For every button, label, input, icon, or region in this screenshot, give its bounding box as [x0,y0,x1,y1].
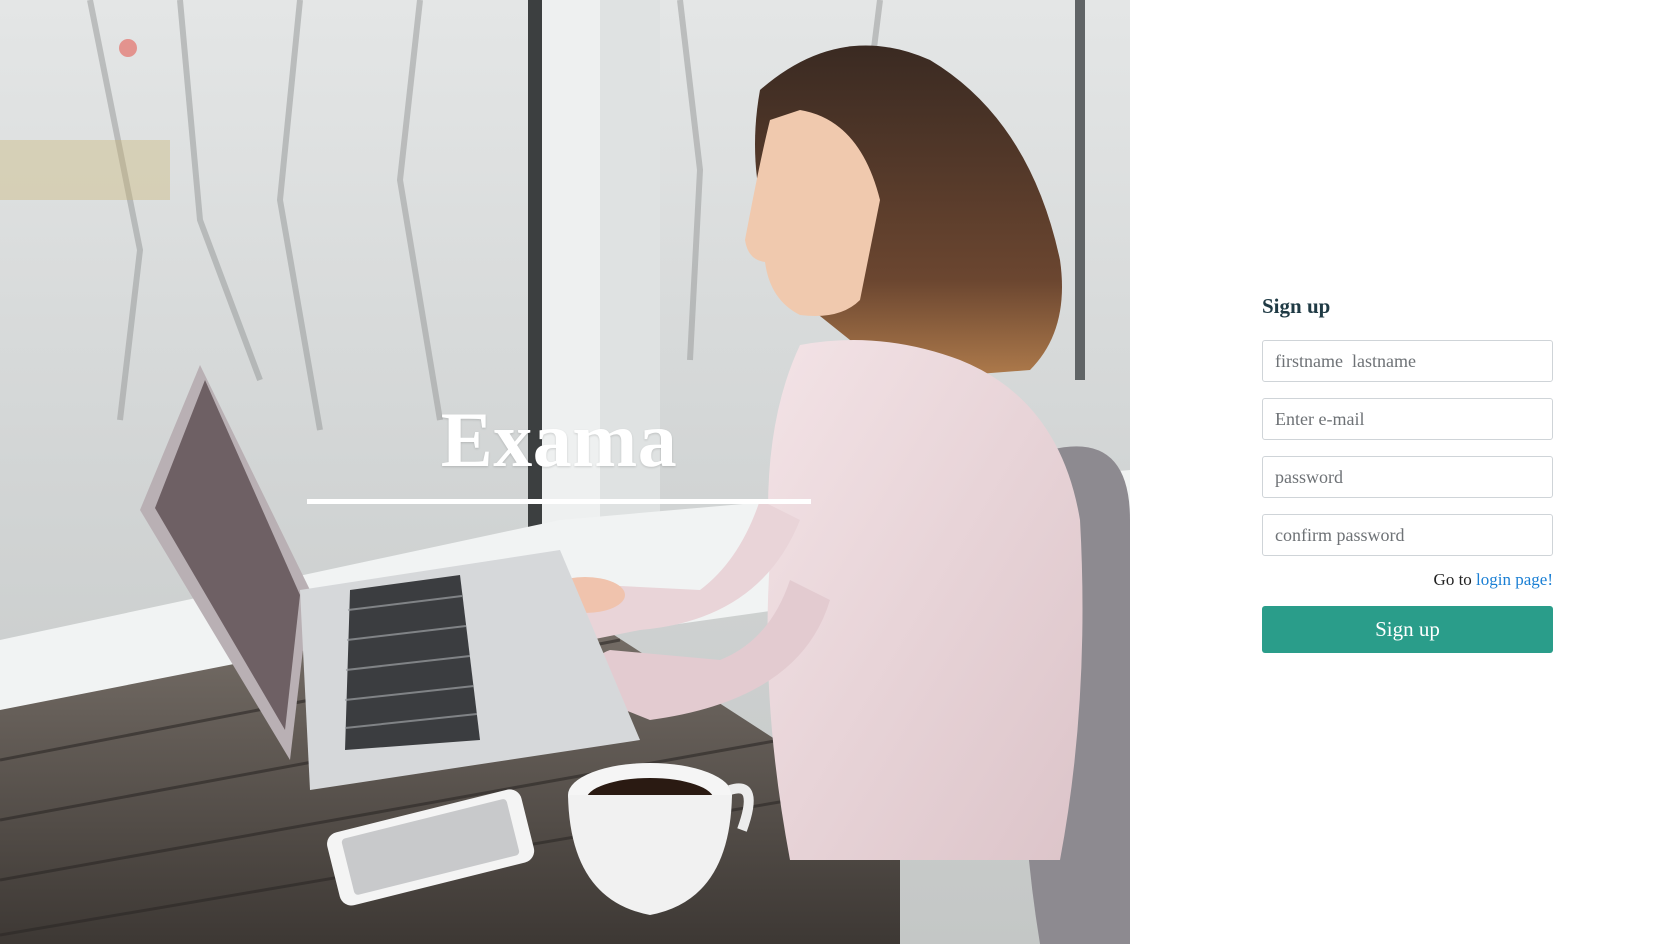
brand-title: Exama [440,396,678,483]
goto-login-row: Go to login page! [1262,568,1553,592]
confirm-password-input[interactable] [1262,514,1553,556]
signup-button[interactable]: Sign up [1262,606,1553,653]
login-page-link[interactable]: login page! [1476,570,1553,589]
password-input[interactable] [1262,456,1553,498]
fullname-input[interactable] [1262,340,1553,382]
signup-page: Exama Sign up Go to login page! Sign up [0,0,1679,944]
brand-underline [307,499,811,504]
signup-form: Sign up Go to login page! Sign up [1262,290,1553,653]
email-input[interactable] [1262,398,1553,440]
hero-panel: Exama [0,0,1130,944]
form-title: Sign up [1262,294,1331,318]
goto-prefix-text: Go to [1433,570,1472,589]
